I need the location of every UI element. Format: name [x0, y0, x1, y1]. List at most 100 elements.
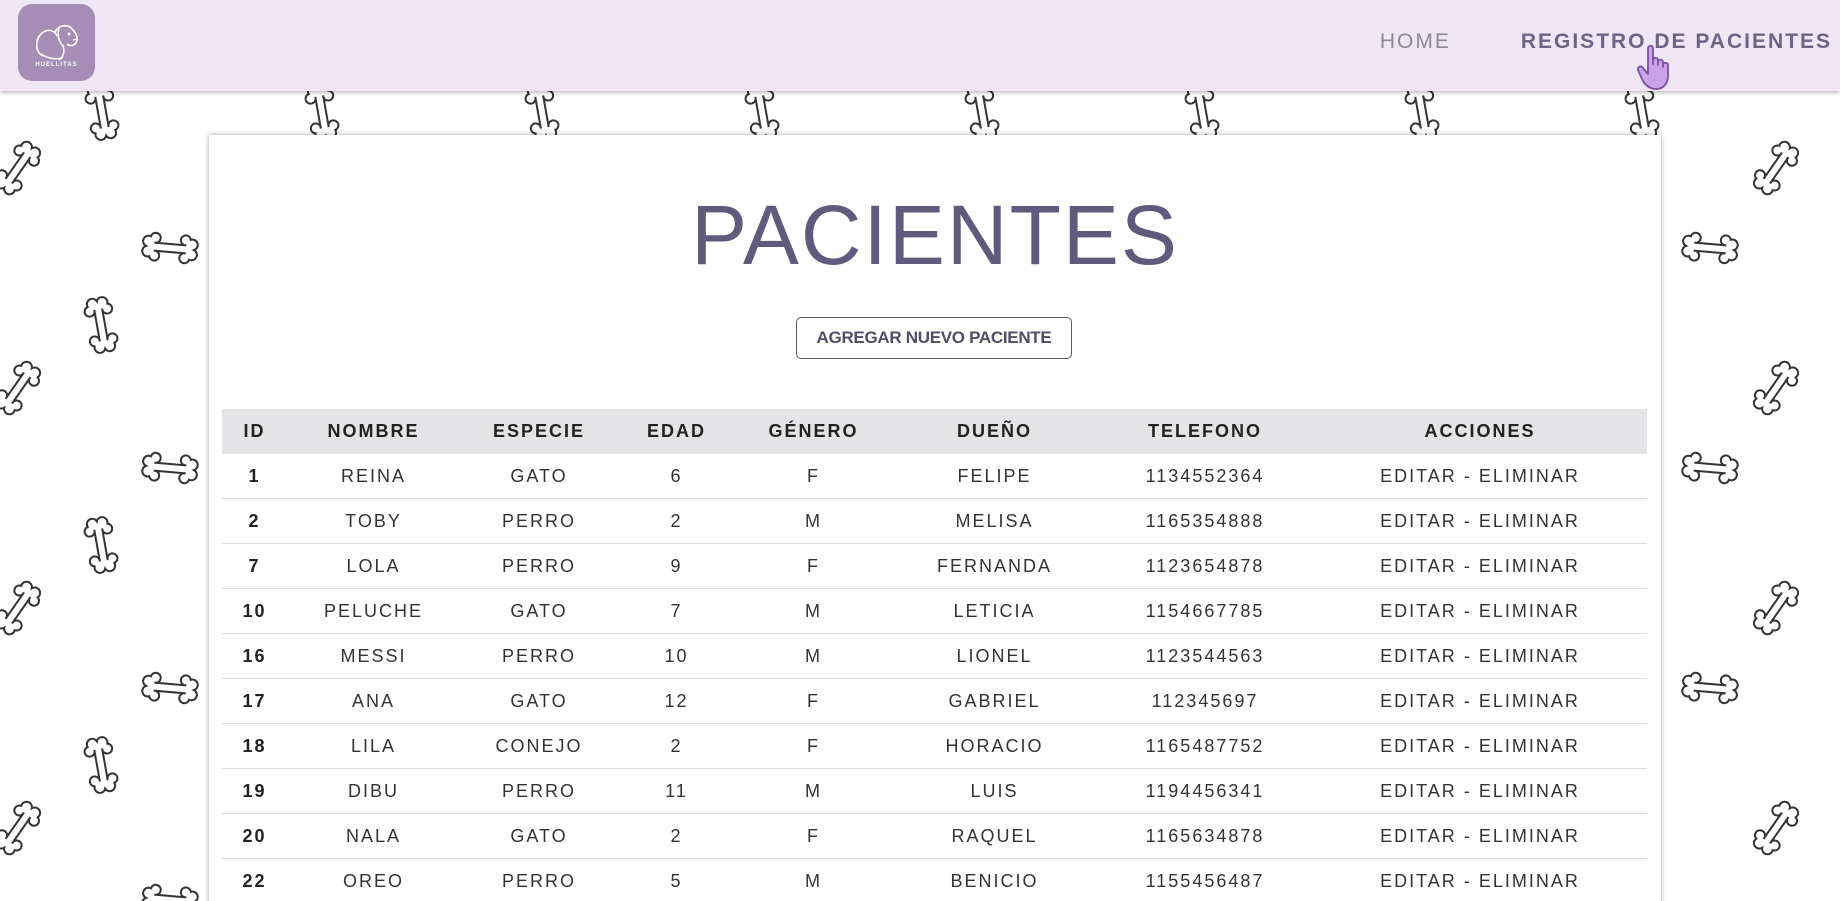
cell-especie: PERRO — [460, 858, 618, 901]
cell-id: 17 — [222, 678, 287, 724]
cell-genero: M — [735, 858, 892, 901]
column-header-genero: GÉNERO — [735, 409, 892, 454]
delete-link[interactable]: ELIMINAR — [1479, 601, 1580, 621]
cell-acciones: EDITAR - ELIMINAR — [1313, 813, 1647, 859]
edit-link[interactable]: EDITAR — [1380, 736, 1457, 756]
edit-link[interactable]: EDITAR — [1380, 781, 1457, 801]
cell-acciones: EDITAR - ELIMINAR — [1313, 633, 1647, 679]
cell-telefono: 1154667785 — [1097, 588, 1313, 634]
action-separator: - — [1456, 555, 1479, 576]
cell-nombre: DIBU — [287, 768, 460, 814]
table-header-row: ID NOMBRE ESPECIE EDAD GÉNERO DUEÑO TELE… — [222, 409, 1647, 454]
nav-home-link[interactable]: HOME — [1380, 30, 1451, 54]
navbar: HUELLITAS HOME REGISTRO DE PACIENTES — [0, 0, 1840, 91]
patients-table-body: 1 REINA GATO 6 F FELIPE 1134552364 EDITA… — [222, 454, 1647, 901]
action-separator: - — [1456, 870, 1479, 891]
delete-link[interactable]: ELIMINAR — [1479, 826, 1580, 846]
cell-especie: GATO — [460, 454, 618, 499]
table-row: 7 LOLA PERRO 9 F FERNANDA 1123654878 EDI… — [222, 543, 1647, 589]
cell-telefono: 1165487752 — [1097, 723, 1313, 769]
action-separator: - — [1456, 825, 1479, 846]
cell-genero: M — [735, 633, 892, 679]
cell-nombre: NALA — [287, 813, 460, 859]
cell-acciones: EDITAR - ELIMINAR — [1313, 723, 1647, 769]
cell-edad: 9 — [618, 543, 735, 589]
cell-telefono: 1123544563 — [1097, 633, 1313, 679]
cell-genero: F — [735, 723, 892, 769]
edit-link[interactable]: EDITAR — [1380, 646, 1457, 666]
delete-link[interactable]: ELIMINAR — [1479, 871, 1580, 891]
hand-pointer-cursor-icon — [1636, 44, 1669, 90]
cell-edad: 5 — [618, 858, 735, 901]
edit-link[interactable]: EDITAR — [1380, 556, 1457, 576]
cell-dueno: FERNANDA — [892, 543, 1097, 589]
action-separator: - — [1456, 600, 1479, 621]
delete-link[interactable]: ELIMINAR — [1479, 781, 1580, 801]
cell-edad: 2 — [618, 813, 735, 859]
edit-link[interactable]: EDITAR — [1380, 691, 1457, 711]
delete-link[interactable]: ELIMINAR — [1479, 691, 1580, 711]
column-header-id: ID — [222, 409, 287, 454]
delete-link[interactable]: ELIMINAR — [1479, 736, 1580, 756]
cell-acciones: EDITAR - ELIMINAR — [1313, 768, 1647, 814]
cell-id: 22 — [222, 858, 287, 901]
cell-id: 16 — [222, 633, 287, 679]
cell-dueno: HORACIO — [892, 723, 1097, 769]
action-separator: - — [1456, 690, 1479, 711]
cell-id: 10 — [222, 588, 287, 634]
cell-acciones: EDITAR - ELIMINAR — [1313, 454, 1647, 499]
column-header-edad: EDAD — [618, 409, 735, 454]
cell-nombre: PELUCHE — [287, 588, 460, 634]
page-title: PACIENTES — [691, 188, 1179, 282]
cell-dueno: GABRIEL — [892, 678, 1097, 724]
cell-dueno: MELISA — [892, 498, 1097, 544]
cell-id: 19 — [222, 768, 287, 814]
cell-dueno: LETICIA — [892, 588, 1097, 634]
cell-id: 18 — [222, 723, 287, 769]
table-row: 19 DIBU PERRO 11 M LUIS 1194456341 EDITA… — [222, 768, 1647, 814]
cell-dueno: FELIPE — [892, 454, 1097, 499]
cell-id: 20 — [222, 813, 287, 859]
table-row: 10 PELUCHE GATO 7 M LETICIA 1154667785 E… — [222, 588, 1647, 634]
app-page: HUELLITAS HOME REGISTRO DE PACIENTES PAC… — [0, 0, 1840, 901]
nav-registro-pacientes-link[interactable]: REGISTRO DE PACIENTES — [1521, 30, 1832, 54]
edit-link[interactable]: EDITAR — [1380, 826, 1457, 846]
cell-edad: 6 — [618, 454, 735, 499]
table-row: 22 OREO PERRO 5 M BENICIO 1155456487 EDI… — [222, 858, 1647, 901]
brand-logo[interactable]: HUELLITAS — [18, 4, 95, 81]
edit-link[interactable]: EDITAR — [1380, 601, 1457, 621]
cell-telefono: 112345697 — [1097, 678, 1313, 724]
cell-dueno: RAQUEL — [892, 813, 1097, 859]
delete-link[interactable]: ELIMINAR — [1479, 646, 1580, 666]
cell-nombre: OREO — [287, 858, 460, 901]
action-separator: - — [1456, 465, 1479, 486]
cell-edad: 11 — [618, 768, 735, 814]
action-separator: - — [1456, 510, 1479, 531]
cell-genero: M — [735, 588, 892, 634]
main-nav: HOME REGISTRO DE PACIENTES — [1380, 30, 1832, 54]
action-separator: - — [1456, 780, 1479, 801]
cell-edad: 10 — [618, 633, 735, 679]
cell-id: 7 — [222, 543, 287, 589]
cell-telefono: 1165634878 — [1097, 813, 1313, 859]
cell-genero: F — [735, 454, 892, 499]
table-row: 16 MESSI PERRO 10 M LIONEL 1123544563 ED… — [222, 633, 1647, 679]
cell-telefono: 1155456487 — [1097, 858, 1313, 901]
add-new-patient-button[interactable]: AGREGAR NUEVO PACIENTE — [796, 317, 1072, 359]
delete-link[interactable]: ELIMINAR — [1479, 556, 1580, 576]
column-header-especie: ESPECIE — [460, 409, 618, 454]
delete-link[interactable]: ELIMINAR — [1479, 511, 1580, 531]
cell-especie: GATO — [460, 813, 618, 859]
delete-link[interactable]: ELIMINAR — [1479, 466, 1580, 486]
edit-link[interactable]: EDITAR — [1380, 871, 1457, 891]
cell-especie: GATO — [460, 678, 618, 724]
edit-link[interactable]: EDITAR — [1380, 511, 1457, 531]
cell-acciones: EDITAR - ELIMINAR — [1313, 858, 1647, 901]
cell-nombre: TOBY — [287, 498, 460, 544]
cell-telefono: 1194456341 — [1097, 768, 1313, 814]
cell-genero: F — [735, 543, 892, 589]
cell-especie: CONEJO — [460, 723, 618, 769]
edit-link[interactable]: EDITAR — [1380, 466, 1457, 486]
cell-acciones: EDITAR - ELIMINAR — [1313, 678, 1647, 724]
cell-dueno: BENICIO — [892, 858, 1097, 901]
